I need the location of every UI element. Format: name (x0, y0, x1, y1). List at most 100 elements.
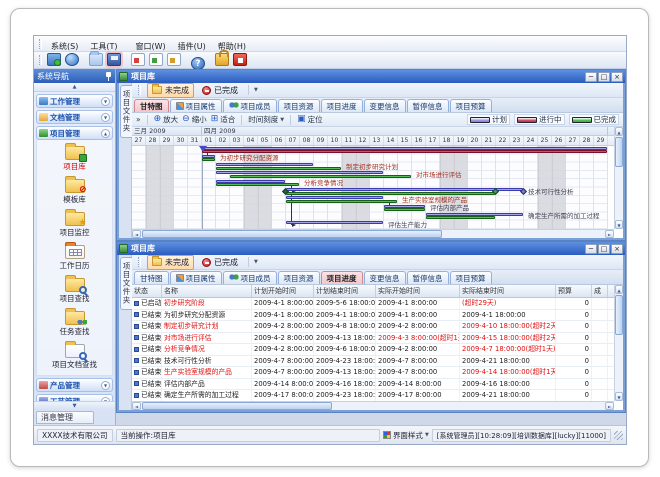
minimize-button[interactable]: ─ (585, 72, 597, 82)
timescale-button[interactable]: 时间刻度▼ (248, 114, 284, 125)
table-row[interactable]: 已结束评估内部产品2009-4-14 8:00:002009-4-16 18:0… (132, 379, 614, 391)
save-icon[interactable] (107, 53, 121, 66)
gantt-vertical-scrollbar[interactable]: ▲ ▼ (614, 127, 623, 229)
sidebar-item-4[interactable]: 项目查找 (37, 275, 112, 304)
scrollbar-thumb[interactable] (615, 295, 623, 335)
scroll-left-icon[interactable]: ◄ (132, 402, 141, 410)
message-management-tab[interactable]: 消息管理 (36, 411, 94, 424)
tab-1[interactable]: 项目属性 (170, 99, 222, 112)
maximize-button[interactable]: □ (598, 72, 610, 82)
filter-more-button[interactable]: ▼ (254, 259, 258, 265)
sidebar-group-header-3[interactable]: 产品管理▼ (36, 378, 113, 392)
table-row[interactable]: 已启动初步研究阶段2009-4-1 8:00:002009-5-6 18:00:… (132, 298, 614, 310)
sidebar-item-1[interactable]: ⊘模板库 (37, 176, 112, 205)
menubar-grip[interactable] (39, 39, 42, 49)
exit-icon[interactable] (233, 53, 247, 66)
expand-caret-icon[interactable]: ▼ (101, 381, 110, 390)
tab-6[interactable]: 暂停信息 (407, 99, 449, 112)
report-check-icon[interactable] (167, 53, 181, 66)
table-row[interactable]: 已结束对市场进行评估2009-4-2 8:00:002009-4-13 18:0… (132, 333, 614, 345)
finished-filter-button[interactable]: 已完成 (197, 255, 243, 270)
table-vertical-scrollbar[interactable]: ▲ ▼ (614, 285, 623, 401)
column-header-3[interactable]: 计划结束时间 (314, 285, 376, 297)
tab-0[interactable]: 甘特图 (134, 271, 169, 284)
collapse-caret-icon[interactable]: ▲ (101, 129, 110, 138)
scrollbar-thumb[interactable] (615, 137, 623, 167)
tab-4[interactable]: 项目进度 (321, 99, 363, 112)
scrollbar-thumb[interactable] (142, 230, 442, 238)
table-row[interactable]: 已结束制定初步研究计划2009-4-2 8:00:002009-4-8 18:0… (132, 321, 614, 333)
window-titlebar[interactable]: 项目库 ─□× (117, 242, 625, 255)
scroll-right-icon[interactable]: ► (605, 402, 614, 410)
sidebar-item-2[interactable]: ★项目监控 (37, 209, 112, 238)
column-header-0[interactable]: 状态 (132, 285, 162, 297)
table-row[interactable]: 已结束分析竞争情况2009-4-2 8:00:002009-4-6 18:00:… (132, 344, 614, 356)
project-folder-tab[interactable]: 项目文件夹 (120, 85, 132, 138)
filter-more-button[interactable]: ▼ (254, 87, 258, 93)
column-header-6[interactable]: 预算 (556, 285, 592, 297)
sidebar-group-header-2[interactable]: 项目管理▲ (36, 126, 113, 140)
help-icon[interactable]: ? (191, 57, 205, 70)
scroll-down-icon[interactable]: ▼ (615, 392, 623, 401)
scroll-up-icon[interactable]: ▲ (615, 127, 623, 136)
gantt-grid[interactable]: 为初步研究分配资源制定初步研究计划对市场进行评估分析竞争情况技术可行性分析生产实… (132, 146, 608, 230)
locate-button[interactable]: ▣定位 (297, 114, 323, 125)
fit-button[interactable]: ⊞适合 (211, 114, 236, 125)
resize-grip[interactable] (614, 431, 623, 440)
filter-grip[interactable] (138, 257, 141, 267)
table-row[interactable]: 已结束确定生产所需的加工过程2009-4-17 8:00:002009-4-23… (132, 390, 614, 401)
network-icon[interactable] (47, 53, 61, 66)
filter-grip[interactable] (138, 85, 141, 95)
sidebar-item-6[interactable]: 项目文档查找 (37, 341, 112, 370)
tab-0[interactable]: 甘特图 (134, 99, 169, 112)
unfinished-filter-button[interactable]: 未完成 (147, 83, 194, 98)
sidebar-overflow-button[interactable]: ▼ (34, 401, 115, 410)
globe-icon[interactable] (65, 53, 79, 66)
tab-1[interactable]: 项目属性 (170, 271, 222, 284)
scroll-down-icon[interactable]: ▼ (615, 220, 623, 229)
tab-3[interactable]: 项目资源 (278, 99, 320, 112)
pin-icon[interactable] (105, 72, 112, 81)
column-header-5[interactable]: 实际结束时间 (460, 285, 556, 297)
sidebar-collapse-button[interactable]: ▲ (34, 83, 115, 92)
column-header-4[interactable]: 实际开始时间 (376, 285, 460, 297)
sidebar-item-0[interactable]: 项目库 (37, 143, 112, 172)
tab-7[interactable]: 项目预算 (450, 271, 492, 284)
tab-7[interactable]: 项目预算 (450, 99, 492, 112)
expand-caret-icon[interactable]: ▼ (101, 113, 110, 122)
lock-icon[interactable] (215, 53, 229, 66)
tab-5[interactable]: 变更信息 (364, 99, 406, 112)
gantt-more-button[interactable]: » (136, 115, 141, 124)
close-button[interactable]: × (611, 72, 623, 82)
close-button[interactable]: × (611, 244, 623, 254)
scroll-right-icon[interactable]: ► (605, 230, 614, 238)
tab-5[interactable]: 变更信息 (364, 271, 406, 284)
tab-2[interactable]: 项目成员 (223, 271, 277, 284)
table-row[interactable]: 已结束为初步研究分配资源2009-4-1 8:00:002009-4-1 18:… (132, 310, 614, 322)
tab-6[interactable]: 暂停信息 (407, 271, 449, 284)
sidebar-group-header-1[interactable]: 文档管理▼ (36, 110, 113, 124)
table-row[interactable]: 已结束技术可行性分析2009-4-7 8:00:002009-4-23 18:0… (132, 356, 614, 368)
gantt-horizontal-scrollbar[interactable]: ◄ ► (132, 229, 614, 238)
scroll-left-icon[interactable]: ◄ (132, 230, 141, 238)
finished-filter-button[interactable]: 已完成 (197, 83, 243, 98)
report-add-icon[interactable] (131, 53, 145, 66)
table-row[interactable]: 已结束生产实验室规模的产品2009-4-7 8:00:002009-4-13 1… (132, 367, 614, 379)
project-folder-tab[interactable]: 项目文件夹 (120, 257, 132, 310)
report-view-icon[interactable] (149, 53, 163, 66)
window-titlebar[interactable]: 项目库 ─□× (117, 70, 625, 83)
sidebar-group-header-4[interactable]: 工艺管理▼ (36, 394, 113, 401)
unfinished-filter-button[interactable]: 未完成 (147, 255, 194, 270)
sidebar-item-3[interactable]: 工作日历 (37, 242, 112, 271)
column-header-1[interactable]: 名称 (162, 285, 252, 297)
tab-4[interactable]: 项目进度 (321, 271, 363, 284)
table-horizontal-scrollbar[interactable]: ◄ ► (132, 401, 614, 410)
tab-3[interactable]: 项目资源 (278, 271, 320, 284)
minimize-button[interactable]: ─ (585, 244, 597, 254)
column-header-7[interactable]: 成 (592, 285, 608, 297)
toolbar-grip[interactable] (39, 55, 42, 65)
sidebar-group-header-0[interactable]: 工作管理▼ (36, 94, 113, 108)
zoom-in-button[interactable]: ⊕放大 (154, 114, 179, 125)
zoom-out-button[interactable]: ⊖缩小 (182, 114, 207, 125)
scrollbar-thumb[interactable] (142, 402, 332, 410)
